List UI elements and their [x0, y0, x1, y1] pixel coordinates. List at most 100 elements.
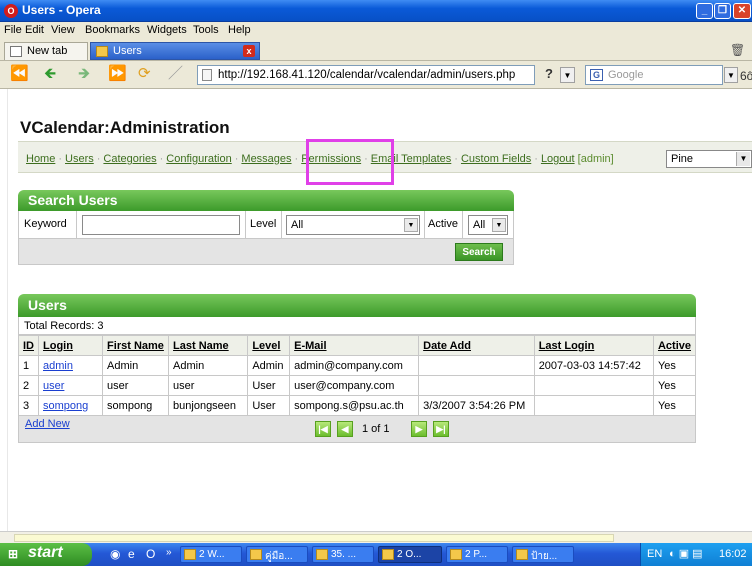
keyword-label: Keyword [24, 218, 67, 230]
divider [245, 211, 246, 238]
user-login-link[interactable]: user [43, 380, 64, 392]
help-icon[interactable]: ? [540, 66, 558, 84]
active-select[interactable]: All ▼ [468, 215, 508, 235]
user-login-link[interactable]: admin [43, 360, 73, 372]
taskbar-item[interactable]: ป้าย... [512, 546, 574, 563]
nav-messages[interactable]: Messages [241, 153, 291, 165]
chevron-down-icon[interactable]: ▼ [724, 67, 738, 83]
menu-tools[interactable]: Tools [193, 24, 219, 36]
users-table: ID Login First Name Last Name Level E-Ma… [18, 335, 697, 416]
zoom-icon[interactable]: 6ô [740, 69, 752, 83]
table-row: 3 sompong sompong bunjongseen User sompo… [18, 395, 697, 416]
fast-forward-icon[interactable]: ⏩ [108, 66, 127, 82]
maximize-button[interactable]: ❐ [714, 3, 731, 19]
users-footer: Add New |◀ ◀ 1 of 1 ▶ ▶| [18, 416, 696, 443]
menu-help[interactable]: Help [228, 24, 251, 36]
taskbar-item[interactable]: คู่มือ... [246, 546, 308, 563]
close-window-button[interactable]: ✕ [733, 3, 751, 19]
chevron-down-icon[interactable]: ▼ [560, 67, 575, 83]
col-header-email[interactable]: E-Mail [289, 335, 420, 356]
col-header-id[interactable]: ID [18, 335, 39, 356]
search-panel-header: Search Users [18, 190, 514, 211]
quicklaunch-opera-icon[interactable]: O [146, 547, 155, 561]
quicklaunch-ie-icon[interactable]: e [128, 547, 135, 561]
edit-pen-icon[interactable]: ／ [168, 66, 183, 82]
language-indicator[interactable]: EN [647, 548, 662, 560]
col-header-login[interactable]: Login [37, 335, 104, 356]
keyword-input[interactable] [82, 215, 240, 235]
user-login-link[interactable]: sompong [43, 400, 88, 412]
tab-new-tab[interactable]: New tab [4, 42, 88, 60]
col-header-first-name[interactable]: First Name [102, 335, 170, 356]
last-page-icon[interactable]: ▶| [433, 421, 449, 437]
add-new-link[interactable]: Add New [25, 418, 70, 430]
trash-icon[interactable]: 🗑 [730, 43, 745, 57]
nav-logout[interactable]: Logout [541, 153, 575, 165]
logged-in-user: [admin] [577, 153, 614, 165]
page-icon [10, 46, 22, 57]
menu-file[interactable]: File [4, 24, 22, 36]
close-tab-icon[interactable]: x [243, 45, 255, 57]
cell-email: admin@company.com [289, 355, 420, 376]
search-input[interactable]: G Google [585, 65, 723, 85]
menu-widgets[interactable]: Widgets [147, 24, 187, 36]
side-panel-toggle[interactable] [0, 89, 8, 531]
reload-icon[interactable]: ⟳ [138, 66, 151, 82]
nav-users[interactable]: Users [65, 153, 94, 165]
active-label: Active [428, 218, 458, 230]
col-header-last-name[interactable]: Last Name [168, 335, 249, 356]
taskbar-item[interactable]: 35. ... [312, 546, 374, 563]
first-page-icon[interactable]: |◀ [315, 421, 331, 437]
clock: 16:02 [719, 548, 747, 560]
tab-users[interactable]: Users x [90, 42, 260, 60]
col-header-last-login[interactable]: Last Login [533, 335, 654, 356]
rewind-icon[interactable]: ⏪ [10, 66, 29, 82]
task-label: 35. ... [331, 549, 357, 560]
menu-bookmarks[interactable]: Bookmarks [85, 24, 140, 36]
nav-categories[interactable]: Categories [103, 153, 156, 165]
nav-configuration[interactable]: Configuration [166, 153, 231, 165]
horizontal-scrollbar[interactable] [0, 531, 752, 543]
back-icon[interactable]: 🡸 [44, 66, 56, 82]
nav-home[interactable]: Home [26, 153, 55, 165]
taskbar-item-active[interactable]: 2 O... [378, 546, 442, 563]
app-icon [516, 549, 528, 560]
style-select[interactable]: Pine ▼ [666, 150, 752, 168]
taskbar-item[interactable]: 2 W... [180, 546, 242, 563]
cell-date-add: 3/3/2007 3:54:26 PM [418, 395, 535, 416]
address-bar[interactable]: http://192.168.41.120/calendar/vcalendar… [197, 65, 535, 85]
next-page-icon[interactable]: ▶ [411, 421, 427, 437]
windows-taskbar: ⊞ start ◉ e O » 2 W... คู่มือ... 35. ...… [0, 543, 752, 566]
cell-first-name: Admin [102, 355, 170, 376]
page-info: 1 of 1 [362, 423, 390, 435]
scrollbar-thumb[interactable] [14, 534, 614, 542]
menu-view[interactable]: View [51, 24, 75, 36]
minimize-button[interactable]: _ [696, 3, 713, 19]
nav-custom-fields[interactable]: Custom Fields [461, 153, 531, 165]
divider [424, 211, 425, 238]
cell-last-login: 2007-03-03 14:57:42 [533, 355, 654, 376]
cell-last-login [533, 375, 654, 396]
page-icon [202, 69, 212, 81]
prev-page-icon[interactable]: ◀ [337, 421, 353, 437]
opera-icon [382, 549, 394, 560]
search-button[interactable]: Search [455, 243, 503, 261]
quicklaunch-more-icon[interactable]: » [166, 547, 172, 558]
col-header-active[interactable]: Active [652, 335, 697, 356]
window-titlebar: O Users - Opera _ ❐ ✕ [0, 0, 752, 22]
divider [76, 211, 77, 238]
menu-edit[interactable]: Edit [25, 24, 44, 36]
col-header-level[interactable]: Level [247, 335, 291, 356]
cell-last-name: user [168, 375, 249, 396]
start-button[interactable]: ⊞ start [0, 543, 92, 566]
forward-icon[interactable]: 🡺 [78, 66, 90, 82]
task-label: 2 P... [465, 549, 488, 560]
tab-label: Users [113, 45, 142, 57]
tray-icons[interactable]: ◐ ▣ ▤ [669, 547, 703, 560]
col-header-date-add[interactable]: Date Add [418, 335, 535, 356]
task-label: ป้าย... [531, 551, 558, 562]
quicklaunch-browser-icon[interactable]: ◉ [110, 547, 120, 561]
search-button-row: Search [18, 239, 514, 265]
taskbar-item[interactable]: 2 P... [446, 546, 508, 563]
level-select[interactable]: All ▼ [286, 215, 420, 235]
